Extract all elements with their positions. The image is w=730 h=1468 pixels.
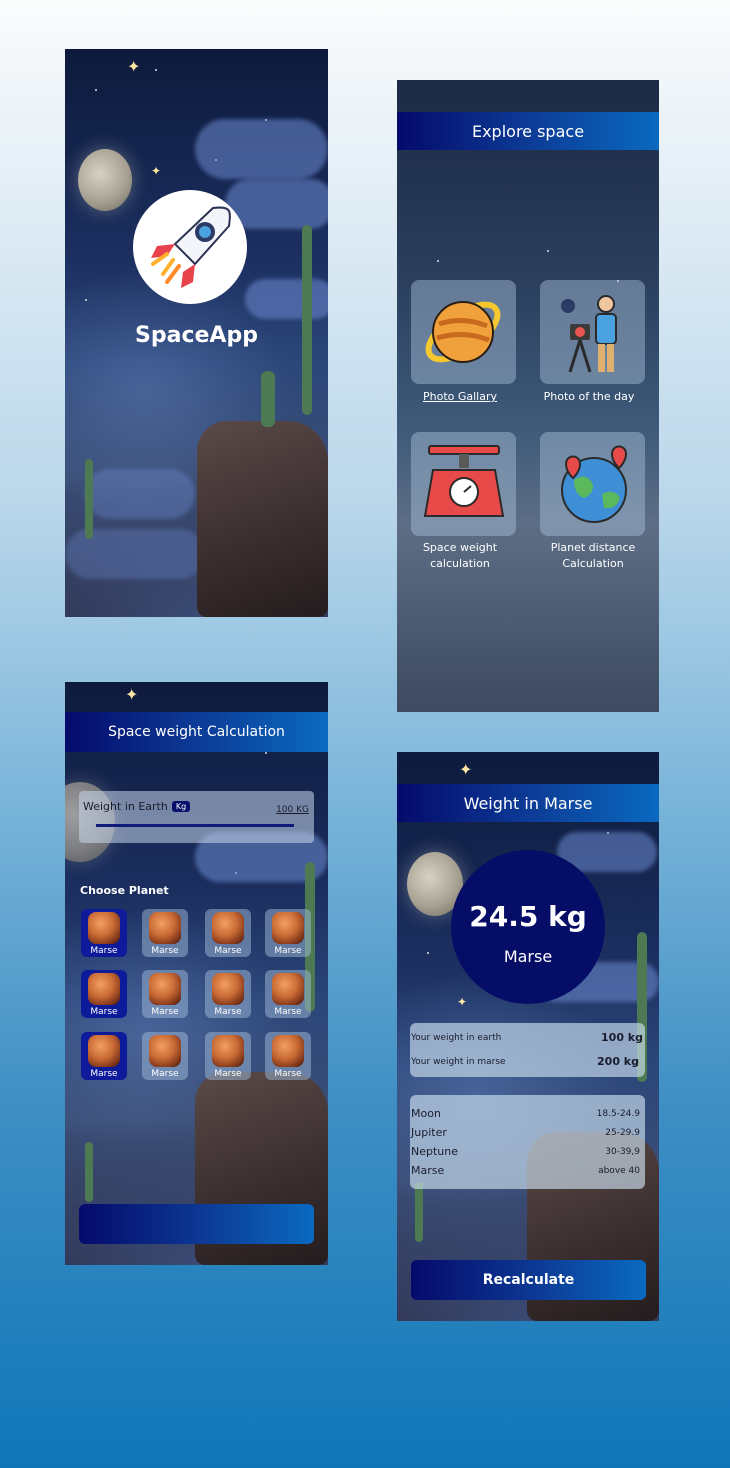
planet-option[interactable]: Marse [142,909,188,957]
planet-option[interactable]: Marse [81,909,127,957]
planet-option-label: Marse [214,946,242,956]
planet-option-label: Marse [151,1069,179,1079]
weight-label-wrap: Weight in Earth Kg [83,800,191,813]
range-row: Neptune 30-39,9 [411,1145,643,1158]
tile-planet-distance[interactable] [540,432,645,536]
range-value: 18.5-24.9 [596,1108,640,1119]
range-value: 30-39,9 [605,1146,640,1157]
rocket-icon [151,206,231,288]
planet-option[interactable]: Marse [205,970,251,1018]
sparkle-icon: ✦ [127,57,141,76]
range-row: Marse above 40 [411,1164,643,1177]
planet-mars-icon [212,912,244,944]
planet-option-label: Marse [274,946,302,956]
weight-value: 100 KG [276,805,309,815]
sparkle-icon: ✦ [459,760,473,779]
sparkle-icon: ✦ [151,164,162,178]
range-row: Jupiter 25-29.9 [411,1126,643,1139]
app-logo [133,190,247,304]
tile-space-weight[interactable] [411,432,516,536]
earth-weight-label: Your weight in earth [411,1032,502,1043]
splash-screen: ✦ ✦ SpaceApp [65,49,328,617]
range-planet-name: Marse [411,1164,445,1177]
page-title: Weight in Marse [397,784,659,822]
planet-option-label: Marse [90,946,118,956]
planet-mars-icon [149,1035,181,1067]
page-title: Explore space [397,112,659,150]
planet-mars-icon [212,1035,244,1067]
planet-weight-label: Your weight in marse [411,1056,506,1067]
planet-option[interactable]: Marse [265,970,311,1018]
planet-ranges-card: Moon 18.5-24.9 Jupiter 25-29.9 Neptune 30-39,… [410,1095,645,1189]
tile-planet-distance-label[interactable]: Planet distance Calculation [533,540,653,572]
recalculate-button[interactable]: Recalculate [411,1260,646,1300]
astronaut-photographer-icon [561,295,617,373]
tile-photo-gallery-label[interactable]: Photo Gallary [400,389,520,405]
planet-option-label: Marse [214,1007,242,1017]
planet-option-label: Marse [151,1007,179,1017]
planet-mars-icon [212,973,244,1005]
weight-label: Weight in Earth [83,800,168,813]
planet-mars-icon [88,1035,120,1067]
planet-option[interactable]: Marse [205,1032,251,1080]
planet-option[interactable]: Marse [205,909,251,957]
range-value: above 40 [598,1165,640,1176]
result-screen: ✦ ✦ Weight in Marse 24.5 kg Marse Your w… [397,752,659,1321]
result-weight: 24.5 kg [469,900,587,933]
sparkle-icon: ✦ [457,995,468,1009]
planet-mars-icon [88,973,120,1005]
planet-weight-value: 200 kg [597,1055,639,1068]
result-planet: Marse [503,947,553,966]
range-planet-name: Jupiter [411,1126,447,1139]
tile-photo-gallery[interactable] [411,280,516,384]
sparkle-icon: ✦ [125,685,139,704]
globe-location-pins-icon [561,445,628,523]
earth-weight-value: 100 kg [601,1031,643,1044]
planet-option[interactable]: Marse [142,970,188,1018]
planet-option[interactable]: Marse [265,1032,311,1080]
range-row: Moon 18.5-24.9 [411,1107,643,1120]
weight-input-card[interactable]: Weight in Earth Kg 100 KG [79,791,314,843]
planet-mars-icon [88,912,120,944]
planet-option[interactable]: Marse [81,1032,127,1080]
range-planet-name: Moon [411,1107,441,1120]
planet-option-label: Marse [90,1069,118,1079]
page-title: Space weight Calculation [65,712,328,752]
planet-option[interactable]: Marse [142,1032,188,1080]
moon [78,149,132,211]
planet-option-label: Marse [274,1069,302,1079]
app-name: SpaceApp [135,323,258,348]
tile-photo-of-the-day[interactable] [540,280,645,384]
unit-badge: Kg [171,801,191,812]
choose-planet-label: Choose Planet [80,884,169,897]
weight-slider[interactable] [96,824,294,827]
planet-mars-icon [272,912,304,944]
planet-option-label: Marse [214,1069,242,1079]
result-circle: 24.5 kg Marse [451,850,605,1004]
range-planet-name: Neptune [411,1145,459,1158]
tile-photo-of-the-day-label[interactable]: Photo of the day [529,389,649,405]
planet-option[interactable]: Marse [81,970,127,1018]
planet-option-label: Marse [274,1007,302,1017]
planet-option-label: Marse [90,1007,118,1017]
range-value: 25-29.9 [605,1127,640,1138]
weight-summary-card: Your weight in earth 100 kg Your weight … [410,1023,645,1077]
planet-option[interactable]: Marse [265,909,311,957]
weighing-scale-icon [423,445,505,517]
saturn-planet-icon [425,301,501,363]
calculate-button[interactable] [79,1204,314,1244]
planet-mars-icon [149,912,181,944]
planet-mars-icon [149,973,181,1005]
explore-screen: Explore space Photo Gallary Photo of the… [397,80,659,712]
planet-option-label: Marse [151,946,179,956]
calculation-screen: ✦ Space weight Calculation Weight in Ear… [65,682,328,1265]
planet-mars-icon [272,1035,304,1067]
tile-space-weight-label[interactable]: Space weight calculation [400,540,520,572]
planet-mars-icon [272,973,304,1005]
